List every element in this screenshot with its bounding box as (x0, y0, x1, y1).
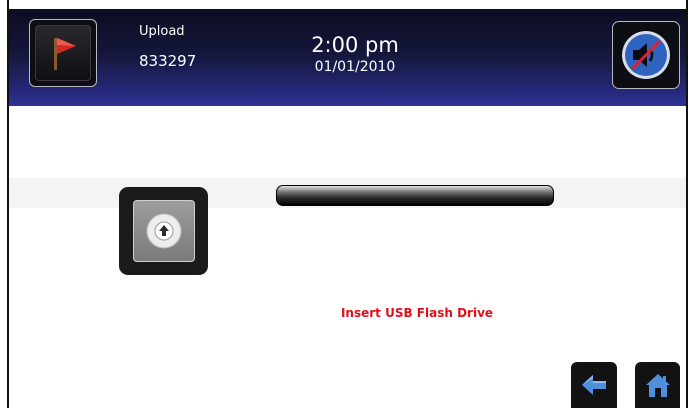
flag-button-face (35, 25, 91, 81)
red-flag-icon (54, 38, 76, 70)
clock-date: 01/01/2010 (314, 59, 396, 75)
upload-button[interactable] (119, 187, 208, 275)
clock-time: 2:00 pm (311, 33, 399, 57)
back-arrow-icon (582, 375, 606, 395)
screen-mode-label: Upload (139, 24, 185, 39)
status-message: Insert USB Flash Drive (340, 306, 494, 320)
back-button[interactable] (571, 362, 617, 408)
flag-button[interactable] (29, 19, 97, 87)
device-code: 833297 (139, 52, 197, 70)
frame-right-border (686, 0, 688, 408)
upload-arrow-icon (146, 213, 181, 249)
mute-button[interactable] (612, 21, 680, 89)
upload-button-face (132, 200, 195, 262)
upload-screen: Upload 833297 2:00 pm 01/01/2010 Insert … (0, 0, 694, 408)
home-button[interactable] (635, 362, 680, 408)
home-icon (645, 374, 670, 397)
upload-progress-bar (276, 185, 554, 206)
speaker-muted-icon (622, 31, 670, 79)
